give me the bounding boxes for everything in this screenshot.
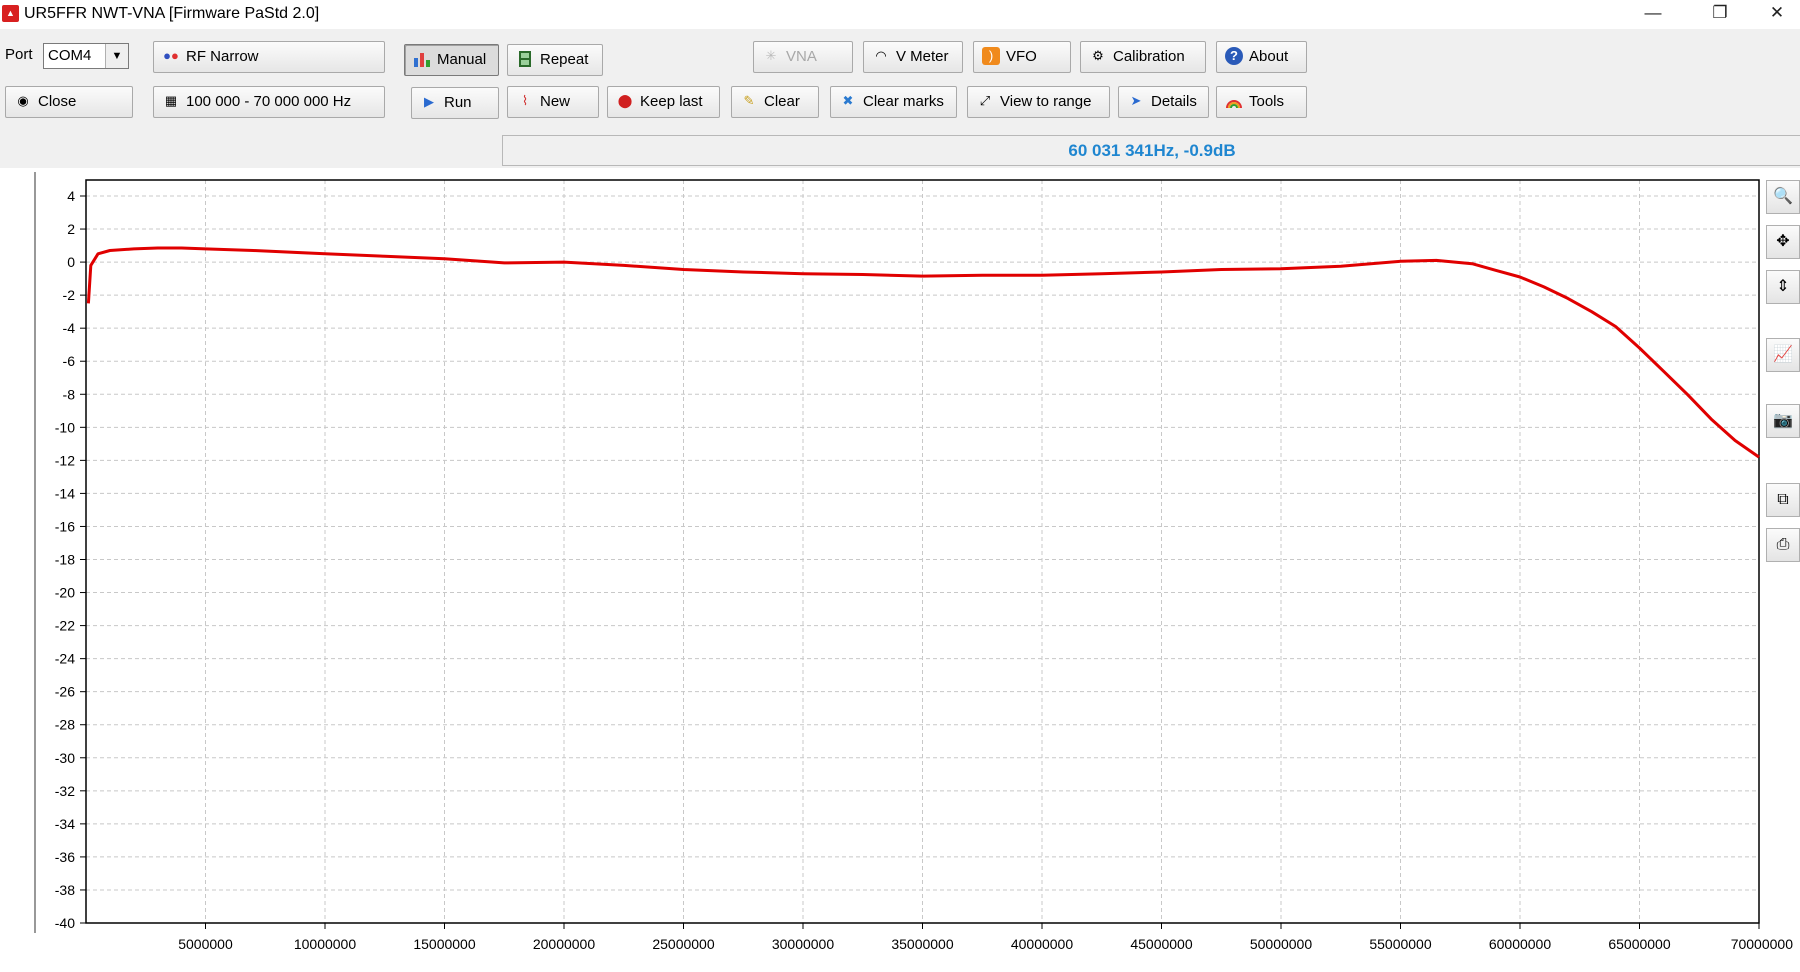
manual-button[interactable]: Manual — [404, 44, 499, 76]
film-icon — [516, 50, 534, 68]
title-bar: ▲ UR5FFR NWT-VNA [Firmware PaStd 2.0] — … — [0, 0, 1800, 29]
x-tick-label: 15000000 — [413, 936, 476, 952]
y-tick-label: 4 — [67, 188, 75, 204]
port-label: Port — [5, 46, 33, 63]
chart-new-icon: ⌇ — [521, 92, 529, 108]
repeat-button[interactable]: Repeat — [507, 44, 603, 76]
play-icon: ▶ — [424, 93, 434, 109]
vmeter-button[interactable]: ◠ V Meter — [863, 41, 963, 73]
y-tick-label: -12 — [55, 452, 75, 468]
y-tick-label: -16 — [55, 518, 75, 534]
x-tick-label: 50000000 — [1250, 936, 1313, 952]
y-tick-label: -14 — [55, 485, 75, 501]
app-icon: ▲ — [2, 5, 19, 22]
port-select[interactable]: COM4 ▼ — [43, 43, 129, 69]
chart-icon[interactable]: 📈 — [1766, 338, 1800, 372]
response-chart[interactable]: 4 2 0 -2 -4 -6 -8 -10 -12 -14 -16 -18 -20 -22 -24 -26 -2… — [0, 168, 1800, 967]
range-button[interactable]: ▦ 100 000 - 70 000 000 Hz — [153, 86, 385, 118]
close-button[interactable]: ◉ Close — [5, 86, 133, 118]
y-tick-label: 2 — [67, 221, 75, 237]
x-tick-label: 65000000 — [1608, 936, 1671, 952]
y-tick-label: -40 — [55, 915, 75, 931]
y-tick-label: -10 — [55, 419, 75, 435]
restore-button[interactable]: ❐ — [1697, 0, 1743, 28]
keep-last-button[interactable]: ⬤ Keep last — [607, 86, 720, 118]
gauge-icon: ◠ — [875, 47, 887, 63]
vna-button[interactable]: ✳ VNA — [753, 41, 853, 73]
y-tick-label: -38 — [55, 882, 75, 898]
y-tick-label: -6 — [63, 353, 76, 369]
y-tick-label: -2 — [63, 287, 76, 303]
y-tick-label: -18 — [55, 552, 75, 568]
print-icon[interactable]: ⎙ — [1766, 528, 1800, 562]
x-tick-label: 30000000 — [772, 936, 835, 952]
vfo-button[interactable]: ) VFO — [973, 41, 1071, 73]
close-window-button[interactable]: ✕ — [1754, 0, 1800, 28]
x-tick-label: 45000000 — [1130, 936, 1193, 952]
y-tick-label: -4 — [63, 320, 76, 336]
x-tick-label: 40000000 — [1011, 936, 1074, 952]
fit-icon[interactable]: ✥ — [1766, 225, 1800, 259]
x-tick-label: 55000000 — [1369, 936, 1432, 952]
cursor-readout: 60 031 341Hz, -0.9dB — [502, 135, 1800, 166]
rss-icon: ) — [982, 46, 1000, 65]
x-tick-label: 25000000 — [652, 936, 715, 952]
eye-icon: ◉ — [17, 92, 29, 108]
view-to-range-button[interactable]: ⤢ View to range — [967, 86, 1110, 118]
x-tick-label: 70000000 — [1731, 936, 1794, 952]
calendar-icon: ▦ — [164, 92, 178, 108]
trace-line — [86, 246, 1760, 459]
tools-button[interactable]: Tools — [1216, 86, 1307, 118]
camera-icon[interactable]: 📷 — [1766, 404, 1800, 438]
minimize-button[interactable]: — — [1630, 0, 1676, 28]
y-tick-label: -32 — [55, 783, 75, 799]
y-tick-label: -28 — [55, 717, 75, 733]
calibration-button[interactable]: ⚙ Calibration — [1080, 41, 1206, 73]
rf-narrow-button[interactable]: ●● RF Narrow — [153, 41, 385, 73]
y-tick-label: 0 — [67, 254, 75, 270]
copy-icon[interactable]: ⧉ — [1766, 483, 1800, 517]
x-tick-label: 5000000 — [178, 936, 233, 952]
dots-icon: ●● — [163, 47, 179, 63]
window-title: UR5FFR NWT-VNA [Firmware PaStd 2.0] — [24, 5, 320, 22]
run-button[interactable]: ▶ Run — [411, 87, 499, 119]
y-tick-label: -26 — [55, 684, 75, 700]
new-button[interactable]: ⌇ New — [507, 86, 599, 118]
x-tick-label: 10000000 — [294, 936, 357, 952]
rainbow-icon — [1225, 92, 1243, 110]
chevron-down-icon[interactable]: ▼ — [105, 44, 128, 68]
gear-icon: ⚙ — [1092, 47, 1104, 63]
clear-button[interactable]: ✎ Clear — [731, 86, 819, 118]
clear-marks-button[interactable]: ✖ Clear marks — [830, 86, 957, 118]
about-button[interactable]: ? About — [1216, 41, 1307, 73]
x-tick-label: 35000000 — [891, 936, 954, 952]
marker-remove-icon: ✖ — [842, 92, 854, 108]
x-tick-label: 60000000 — [1489, 936, 1552, 952]
cursor-details-icon: ➤ — [1130, 92, 1142, 108]
port-value: COM4 — [48, 47, 92, 64]
broom-icon: ✎ — [743, 92, 755, 108]
pin-icon: ⬤ — [617, 92, 633, 108]
x-tick-label: 20000000 — [533, 936, 596, 952]
vertical-fit-icon[interactable]: ⇕ — [1766, 270, 1800, 304]
y-tick-label: -8 — [63, 386, 76, 402]
y-tick-label: -24 — [55, 651, 75, 667]
spinner-icon: ✳ — [765, 47, 777, 63]
zoom-icon[interactable]: 🔍 — [1766, 180, 1800, 214]
y-tick-label: -22 — [55, 618, 75, 634]
details-button[interactable]: ➤ Details — [1118, 86, 1209, 118]
expand-icon: ⤢ — [979, 92, 991, 108]
help-icon: ? — [1225, 46, 1243, 65]
chart-panel: 4 2 0 -2 -4 -6 -8 -10 -12 -14 -16 -18 -20 -22 -24 -26 -2… — [0, 168, 1800, 967]
bar-chart-icon — [413, 50, 431, 68]
y-tick-label: -34 — [55, 816, 75, 832]
y-tick-label: -20 — [55, 585, 75, 601]
y-tick-label: -30 — [55, 750, 75, 766]
y-tick-label: -36 — [55, 849, 75, 865]
